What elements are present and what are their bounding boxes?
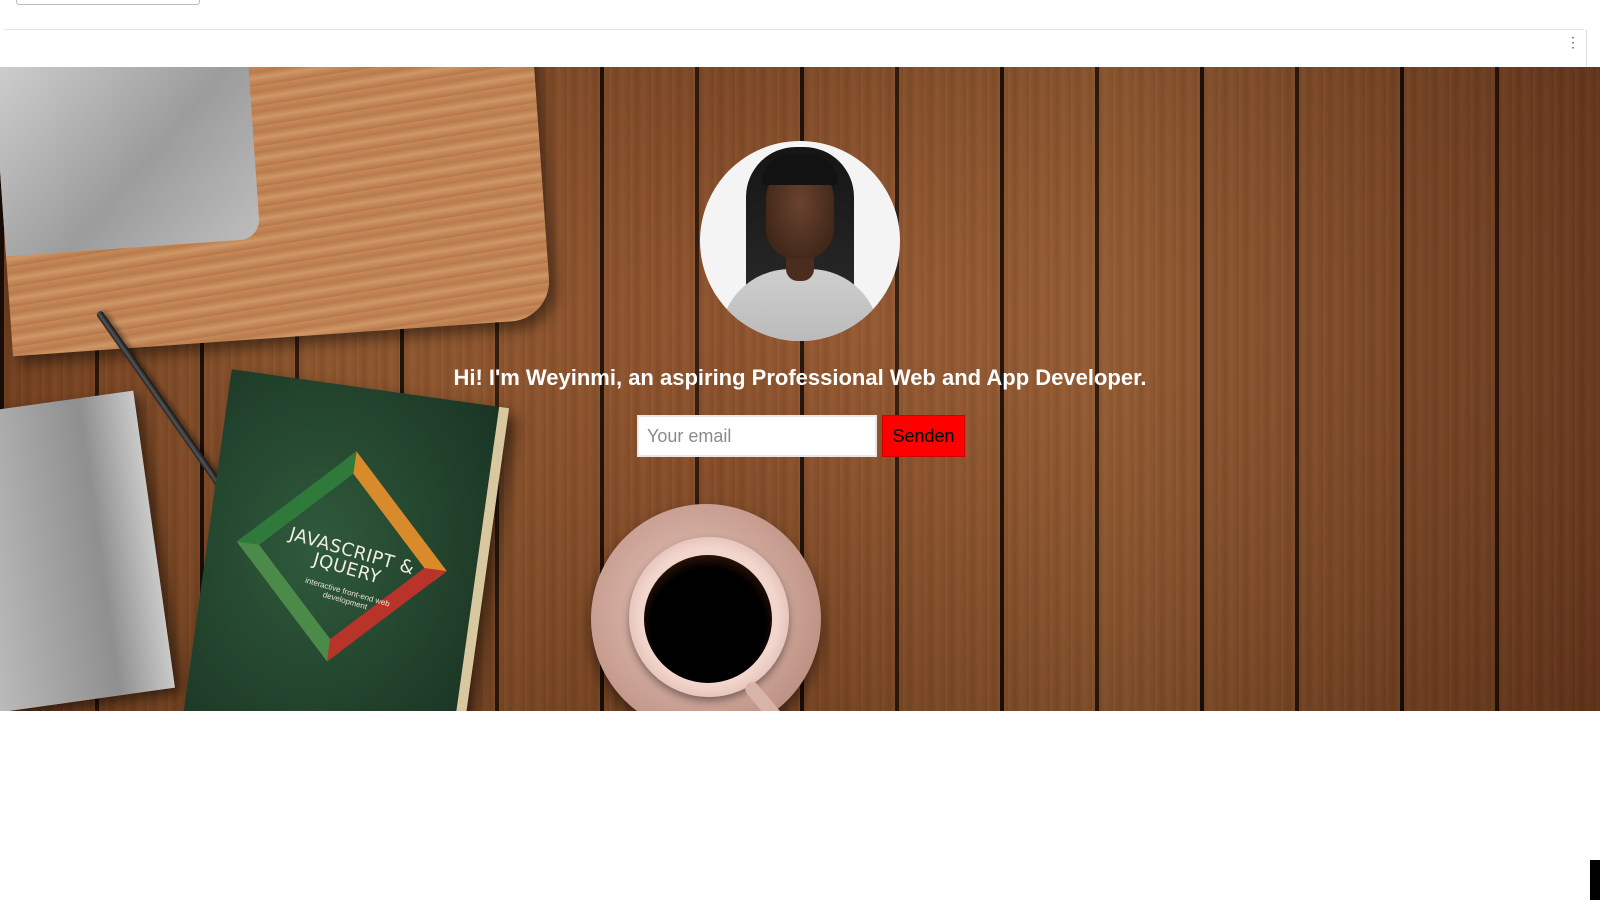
vertical-dots-icon[interactable]: ⋮: [1566, 35, 1580, 49]
corner-widget: [1590, 860, 1600, 900]
email-input[interactable]: [637, 415, 877, 457]
hero-section: JAVASCRIPT & JQUERY interactive front-en…: [0, 67, 1600, 711]
laptop-screen: [0, 67, 261, 257]
browser-tab[interactable]: [16, 0, 200, 5]
send-button[interactable]: Senden: [882, 415, 965, 457]
email-signup-form: Senden: [637, 415, 965, 457]
hero-tagline: Hi! I'm Weyinmi, an aspiring Professiona…: [453, 365, 1147, 390]
book-image: JAVASCRIPT & JQUERY interactive front-en…: [180, 369, 510, 711]
coffee: [644, 555, 772, 683]
browser-topbar: ⋮: [0, 0, 1600, 67]
navigation-bar: [4, 29, 1584, 67]
profile-avatar: [700, 141, 900, 341]
avatar-bangs: [762, 155, 838, 185]
scrollbar[interactable]: [1586, 30, 1600, 70]
laptop-image: [0, 67, 552, 357]
